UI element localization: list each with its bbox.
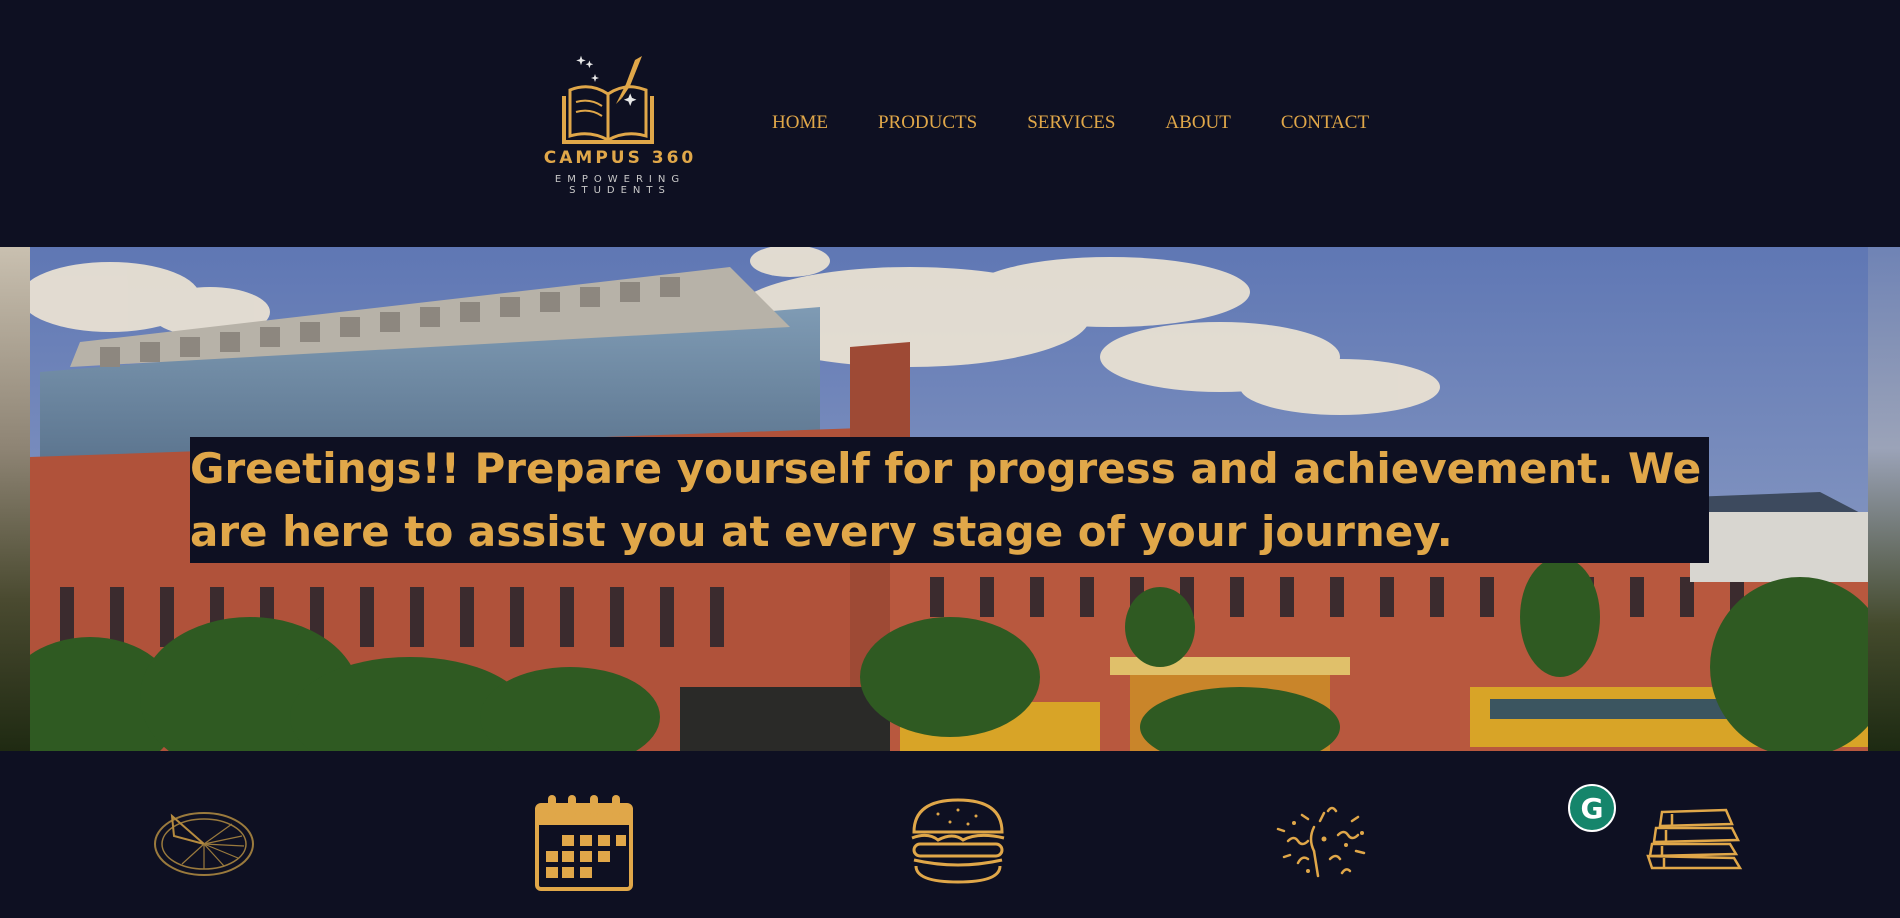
- sundial-icon[interactable]: [152, 806, 256, 878]
- main-nav: HOME PRODUCTS SERVICES ABOUT CONTACT: [772, 112, 1419, 134]
- hero-edge-left: [0, 247, 30, 751]
- nav-about-link[interactable]: ABOUT: [1165, 112, 1230, 134]
- brand-tagline: EMPOWERING STUDENTS: [554, 174, 686, 196]
- book-pen-logo-icon: [562, 55, 654, 144]
- brand-name: CAMPUS 360: [543, 148, 697, 168]
- hero-edge-right: [1868, 247, 1900, 751]
- hero-message: Greetings!! Prepare yourself for progres…: [190, 444, 1702, 556]
- site-header: CAMPUS 360 EMPOWERING STUDENTS HOME PROD…: [0, 0, 1900, 247]
- nav-home-link[interactable]: HOME: [772, 112, 828, 134]
- feature-icons-row: [0, 751, 1900, 918]
- site-logo[interactable]: CAMPUS 360 EMPOWERING STUDENTS: [505, 52, 725, 196]
- nav-products-link[interactable]: PRODUCTS: [878, 112, 977, 134]
- nav-contact-link[interactable]: CONTACT: [1281, 112, 1369, 134]
- hero-banner: Greetings!! Prepare yourself for progres…: [0, 247, 1900, 751]
- books-icon[interactable]: [1642, 806, 1746, 876]
- grammarly-widget-button[interactable]: G: [1568, 784, 1616, 832]
- burger-icon[interactable]: [908, 796, 1008, 886]
- calendar-icon[interactable]: [534, 793, 634, 893]
- confetti-icon[interactable]: [1268, 801, 1372, 881]
- nav-services-link[interactable]: SERVICES: [1027, 112, 1115, 134]
